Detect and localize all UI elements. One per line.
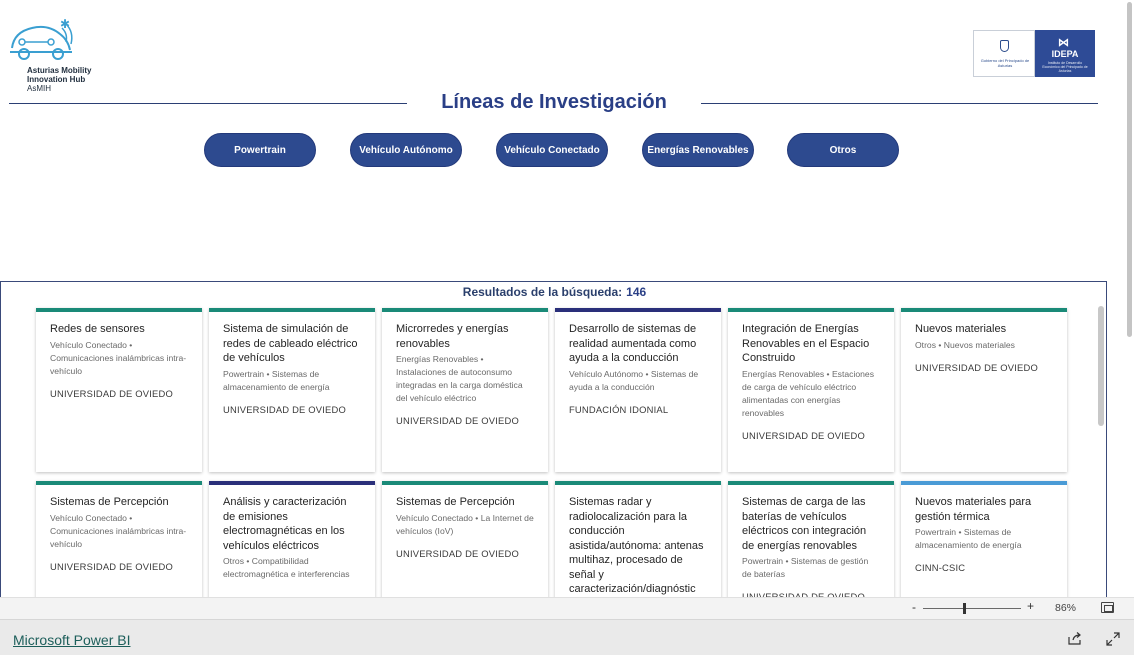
result-card[interactable]: Nuevos materiales para gestión térmica Po… bbox=[901, 481, 1067, 601]
asturias-government-text: Gobierno del Principado de Asturias bbox=[980, 58, 1030, 68]
card-organization: UNIVERSIDAD DE OVIEDO bbox=[396, 415, 519, 426]
card-title: Sistemas de Percepción bbox=[50, 496, 169, 508]
card-title: Sistemas de carga de las baterías de veh… bbox=[742, 496, 867, 552]
card-title: Microrredes y energías renovables bbox=[396, 323, 509, 350]
idepa-subtitle: Instituto de Desarrollo Económico del Pr… bbox=[1042, 61, 1088, 73]
car-network-icon: ✱ bbox=[10, 18, 73, 60]
card-title: Análisis y caracterización de emisiones … bbox=[223, 496, 347, 552]
category-button-vehiculo-conectado[interactable]: Vehículo Conectado bbox=[496, 133, 608, 167]
results-label: Resultados de la búsqueda: bbox=[462, 285, 623, 299]
power-bi-report: ✱ Asturias Mobility Innovation Hub AsMIH… bbox=[0, 0, 1134, 655]
partner-logos: Gobierno del Principado de Asturias ⋈ ID… bbox=[973, 30, 1095, 77]
result-card[interactable]: Microrredes y energías renovables Energía… bbox=[382, 308, 548, 472]
card-tags: Vehículo Conectado • Comunicaciones inal… bbox=[50, 339, 187, 376]
idepa-name: IDEPA bbox=[1051, 49, 1079, 59]
card-tags: Energías Renovables • Estaciones de carg… bbox=[742, 368, 874, 418]
title-rule-right bbox=[701, 103, 1098, 104]
card-organization: UNIVERSIDAD DE OVIEDO bbox=[50, 387, 173, 399]
result-card[interactable]: Desarrollo de sistemas de realidad aumen… bbox=[555, 308, 721, 472]
card-tags: Energías Renovables • Instalaciones de a… bbox=[396, 354, 523, 403]
card-tags: Vehículo Autónomo • Sistemas de ayuda a … bbox=[569, 368, 699, 392]
share-icon[interactable] bbox=[1068, 632, 1082, 645]
card-title: Nuevos materiales bbox=[915, 323, 1007, 335]
category-button-vehiculo-autonomo[interactable]: Vehículo Autónomo bbox=[350, 133, 462, 167]
card-tags: Vehículo Conectado • Comunicaciones inal… bbox=[50, 512, 187, 549]
result-card[interactable]: Sistemas de Percepción Vehículo Conectado… bbox=[36, 481, 202, 601]
fullscreen-icon[interactable] bbox=[1106, 632, 1120, 646]
results-panel: Resultados de la búsqueda: 146 Redes de s… bbox=[0, 281, 1107, 601]
page-scroll-thumb[interactable] bbox=[1127, 2, 1132, 337]
results-header: Resultados de la búsqueda: 146 bbox=[1, 285, 1106, 299]
card-title: Sistemas de Percepción bbox=[396, 496, 515, 508]
card-title: Sistema de simulación de redes de cablea… bbox=[223, 323, 358, 364]
result-card[interactable]: Sistema de simulación de redes de cablea… bbox=[209, 308, 375, 472]
asmih-logo: ✱ Asturias Mobility Innovation Hub AsMIH bbox=[8, 18, 118, 96]
card-tags: Otros • Compatibilidad electromagnética … bbox=[223, 556, 350, 579]
logo-line-2: Innovation Hub bbox=[27, 75, 86, 84]
crest-icon bbox=[1000, 40, 1009, 52]
card-organization: UNIVERSIDAD DE OVIEDO bbox=[742, 429, 865, 441]
card-tags: Vehículo Conectado • La Internet de vehí… bbox=[396, 512, 534, 536]
card-title: Sistemas radar y radiolocalización para … bbox=[569, 496, 704, 595]
svg-text:✱: ✱ bbox=[60, 18, 70, 31]
zoom-bar: - + 86% bbox=[0, 597, 1134, 619]
category-button-otros[interactable]: Otros bbox=[787, 133, 899, 167]
page-scrollbar[interactable] bbox=[1125, 0, 1134, 597]
footer-bar: Microsoft Power BI bbox=[0, 619, 1134, 655]
results-scroll-thumb[interactable] bbox=[1098, 306, 1104, 426]
card-organization: UNIVERSIDAD DE OVIEDO bbox=[50, 560, 173, 572]
idepa-mark-icon: ⋈ bbox=[1058, 37, 1069, 49]
card-tags: Powertrain • Sistemas de almacenamiento … bbox=[915, 527, 1022, 550]
card-organization: CINN-CSIC bbox=[915, 562, 966, 573]
page-title: Líneas de Investigación bbox=[441, 91, 667, 113]
card-title: Desarrollo de sistemas de realidad aumen… bbox=[569, 323, 697, 364]
zoom-level: 86% bbox=[1055, 602, 1077, 614]
result-card[interactable]: Nuevos materiales Otros • Nuevos material… bbox=[901, 308, 1067, 472]
power-bi-link[interactable]: Microsoft Power BI bbox=[13, 632, 130, 648]
card-tags: Powertrain • Sistemas de gestión de bate… bbox=[742, 556, 869, 579]
results-scrollbar[interactable] bbox=[1097, 304, 1105, 601]
category-button-powertrain[interactable]: Powertrain bbox=[204, 133, 316, 167]
title-rule-left bbox=[9, 103, 407, 104]
card-title: Redes de sensores bbox=[50, 323, 145, 335]
result-card[interactable]: Sistemas de carga de las baterías de veh… bbox=[728, 481, 894, 601]
logo-line-1: Asturias Mobility bbox=[27, 66, 92, 75]
card-organization: UNIVERSIDAD DE OVIEDO bbox=[915, 361, 1038, 373]
logo-line-3: AsMIH bbox=[27, 84, 51, 93]
result-card[interactable]: Redes de sensores Vehículo Conectado • Co… bbox=[36, 308, 202, 472]
category-button-energias-renovables[interactable]: Energías Renovables bbox=[642, 133, 754, 167]
card-title: Integración de Energías Renovables en el… bbox=[742, 323, 870, 364]
card-title: Nuevos materiales para gestión térmica bbox=[915, 496, 1032, 523]
zoom-slider-handle[interactable] bbox=[963, 603, 966, 614]
card-tags: Powertrain • Sistemas de almacenamiento … bbox=[223, 368, 330, 392]
zoom-out-button[interactable]: - bbox=[912, 600, 916, 614]
fit-to-page-icon[interactable] bbox=[1101, 602, 1114, 613]
card-tags: Otros • Nuevos materiales bbox=[915, 339, 1015, 350]
asturias-government-logo: Gobierno del Principado de Asturias bbox=[973, 30, 1035, 77]
idepa-logo: ⋈ IDEPA Instituto de Desarrollo Económic… bbox=[1035, 30, 1095, 77]
card-organization: UNIVERSIDAD DE OVIEDO bbox=[223, 403, 346, 415]
result-card[interactable]: Sistemas radar y radiolocalización para … bbox=[555, 481, 721, 601]
zoom-in-button[interactable]: + bbox=[1027, 599, 1034, 613]
zoom-slider[interactable] bbox=[923, 608, 1021, 609]
card-organization: UNIVERSIDAD DE OVIEDO bbox=[396, 547, 519, 559]
result-card[interactable]: Integración de Energías Renovables en el… bbox=[728, 308, 894, 472]
result-card[interactable]: Sistemas de Percepción Vehículo Conectado… bbox=[382, 481, 548, 601]
card-organization: FUNDACIÓN IDONIAL bbox=[569, 403, 669, 415]
result-card[interactable]: Análisis y caracterización de emisiones … bbox=[209, 481, 375, 601]
results-count: 146 bbox=[626, 285, 647, 299]
